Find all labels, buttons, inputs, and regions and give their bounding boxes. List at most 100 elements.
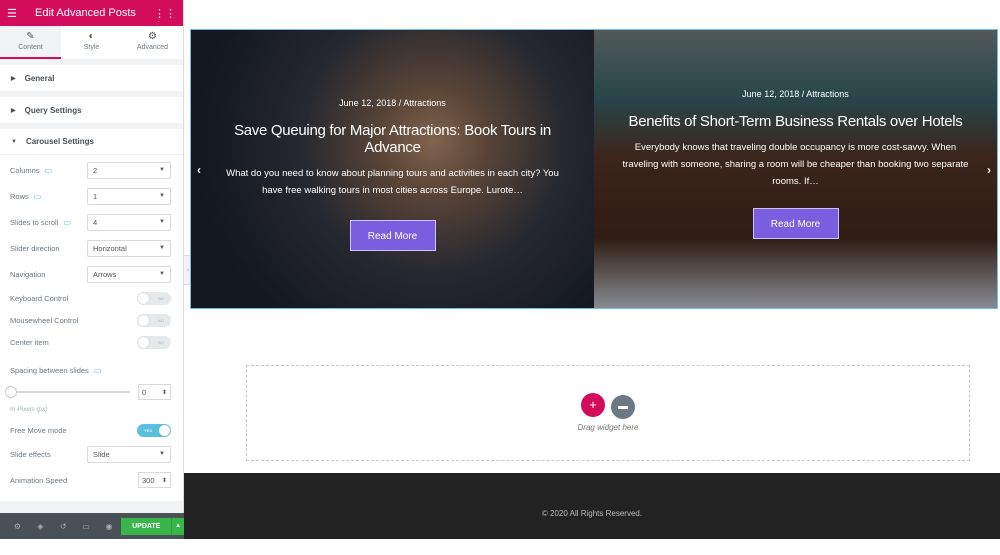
- preview-eye-icon[interactable]: ◉: [98, 522, 121, 531]
- slider-handle[interactable]: [5, 386, 17, 398]
- select-value: 1: [93, 191, 98, 201]
- posts-carousel: June 12, 2018 / Attractions Save Queuing…: [190, 29, 998, 309]
- tab-content[interactable]: ✎ Content: [0, 26, 61, 59]
- responsive-icon[interactable]: ▭: [75, 522, 98, 531]
- post-category[interactable]: Attractions: [806, 89, 849, 99]
- carousel-slide: June 12, 2018 / Attractions Benefits of …: [594, 30, 997, 308]
- spacing-hint: In Pixels (px): [10, 406, 48, 413]
- post-date: June 12, 2018: [339, 98, 397, 108]
- keyboard-control-label: Keyboard Control: [10, 293, 69, 303]
- center-item-label: Center item: [10, 337, 49, 347]
- settings-icon[interactable]: ⚙: [6, 522, 29, 531]
- tab-advanced[interactable]: ⚙ Advanced: [122, 26, 183, 59]
- free-move-toggle[interactable]: YES: [137, 423, 171, 437]
- chevron-down-icon: ▼: [159, 167, 165, 173]
- post-title[interactable]: Benefits of Short-Term Business Rentals …: [614, 113, 977, 130]
- animation-speed-label: Animation Speed: [10, 475, 68, 485]
- read-more-button[interactable]: Read More: [752, 208, 839, 239]
- spinner-icon[interactable]: ⬍: [162, 389, 167, 396]
- chevron-left-icon: ‹: [186, 266, 190, 274]
- spacing-slider[interactable]: [5, 386, 130, 398]
- update-button[interactable]: UPDATE: [121, 517, 172, 535]
- select-value: Arrows: [93, 269, 117, 279]
- post-excerpt: Everybody knows that traveling double oc…: [622, 142, 969, 187]
- slider-direction-label: Slider direction: [10, 243, 60, 253]
- chevron-down-icon: ▼: [159, 451, 165, 457]
- desktop-icon[interactable]: ▭: [45, 166, 53, 175]
- gear-icon: ⚙: [148, 31, 157, 42]
- post-date: June 12, 2018: [742, 89, 800, 99]
- post-meta: June 12, 2018 / Attractions: [614, 89, 977, 99]
- select-value: 4: [93, 217, 98, 227]
- slide-effects-label: Slide effects: [10, 449, 51, 459]
- navigation-label: Navigation: [10, 269, 46, 279]
- layers-icon[interactable]: ◈: [29, 522, 52, 531]
- site-footer: © 2020 All Rights Reserved.: [184, 473, 1000, 539]
- pencil-icon: ✎: [26, 31, 35, 42]
- tab-label: Advanced: [136, 44, 169, 51]
- section-label: Query Settings: [24, 105, 82, 115]
- columns-label: Columns: [10, 165, 40, 175]
- post-meta: June 12, 2018 / Attractions: [211, 98, 574, 108]
- input-value: 0: [142, 387, 147, 397]
- keyboard-control-toggle[interactable]: NO: [137, 291, 171, 305]
- add-section-plus-icon[interactable]: +: [581, 393, 605, 417]
- caret-down-icon: ▼: [11, 138, 17, 145]
- desktop-icon[interactable]: ▭: [94, 366, 102, 375]
- update-options-button[interactable]: ▲: [171, 517, 185, 535]
- desktop-icon[interactable]: ▭: [63, 218, 71, 227]
- section-carousel-settings[interactable]: ▼ Carousel Settings: [0, 129, 183, 155]
- section-label: General: [24, 73, 55, 83]
- panel-title: Edit Advanced Posts: [34, 7, 136, 19]
- columns-select[interactable]: 2 ▼: [87, 161, 171, 179]
- grid-icon[interactable]: ⋮⋮: [154, 7, 176, 20]
- caret-right-icon: ▶: [11, 107, 16, 114]
- slider-direction-select[interactable]: Horizontal ▼: [87, 239, 171, 257]
- slide-effects-select[interactable]: Slide ▼: [87, 445, 171, 463]
- center-item-toggle[interactable]: NO: [137, 335, 171, 349]
- carousel-slide: June 12, 2018 / Attractions Save Queuing…: [191, 30, 594, 308]
- slides-to-scroll-select[interactable]: 4 ▼: [87, 213, 171, 231]
- panel-footer: ⚙ ◈ ↺ ▭ ◉ UPDATE ▲: [0, 513, 185, 539]
- hamburger-icon[interactable]: ☰: [7, 7, 17, 20]
- mousewheel-control-label: Mousewheel Control: [10, 315, 79, 325]
- animation-speed-input[interactable]: 300 ⬍: [138, 472, 171, 488]
- tab-label: Content: [18, 44, 43, 51]
- select-value: 2: [93, 165, 98, 175]
- select-value: Horizontal: [93, 243, 127, 253]
- section-general[interactable]: ▶ General: [0, 65, 183, 91]
- contrast-icon: ◐: [88, 31, 95, 42]
- chevron-down-icon: ▼: [159, 219, 165, 225]
- desktop-icon[interactable]: ▭: [34, 192, 42, 201]
- prev-arrow-icon[interactable]: ‹: [197, 163, 201, 177]
- template-folder-icon[interactable]: ▬: [611, 395, 635, 419]
- select-value: Slide: [93, 449, 110, 459]
- tab-label: Style: [83, 44, 100, 51]
- mousewheel-control-toggle[interactable]: NO: [137, 313, 171, 327]
- chevron-down-icon: ▼: [159, 245, 165, 251]
- slides-to-scroll-label: Slides to scroll: [10, 217, 59, 227]
- tab-style[interactable]: ◐ Style: [61, 26, 122, 59]
- rows-select[interactable]: 1 ▼: [87, 187, 171, 205]
- rows-label: Rows: [10, 191, 29, 201]
- navigation-select[interactable]: Arrows ▼: [87, 265, 171, 283]
- meta-separator: /: [801, 89, 805, 99]
- empty-section-dropzone[interactable]: + ▬ Drag widget here: [246, 365, 970, 461]
- copyright-text: © 2020 All Rights Reserved.: [541, 509, 643, 518]
- post-title[interactable]: Save Queuing for Major Attractions: Book…: [211, 122, 574, 156]
- input-value: 300: [142, 475, 155, 485]
- section-query-settings[interactable]: ▶ Query Settings: [0, 97, 183, 123]
- section-label: Carousel Settings: [25, 137, 94, 146]
- post-category[interactable]: Attractions: [403, 98, 446, 108]
- meta-separator: /: [398, 98, 402, 108]
- spacing-input[interactable]: 0 ⬍: [138, 384, 171, 400]
- read-more-button[interactable]: Read More: [349, 220, 436, 251]
- spacing-label: Spacing between slides: [10, 365, 89, 375]
- panel-header: ☰ Edit Advanced Posts ⋮⋮: [0, 0, 183, 26]
- free-move-label: Free Move mode: [10, 425, 67, 435]
- chevron-down-icon: ▼: [159, 193, 165, 199]
- next-arrow-icon[interactable]: ›: [987, 163, 991, 177]
- drag-widget-hint: Drag widget here: [577, 423, 639, 432]
- history-icon[interactable]: ↺: [52, 522, 75, 531]
- spinner-icon[interactable]: ⬍: [162, 477, 167, 484]
